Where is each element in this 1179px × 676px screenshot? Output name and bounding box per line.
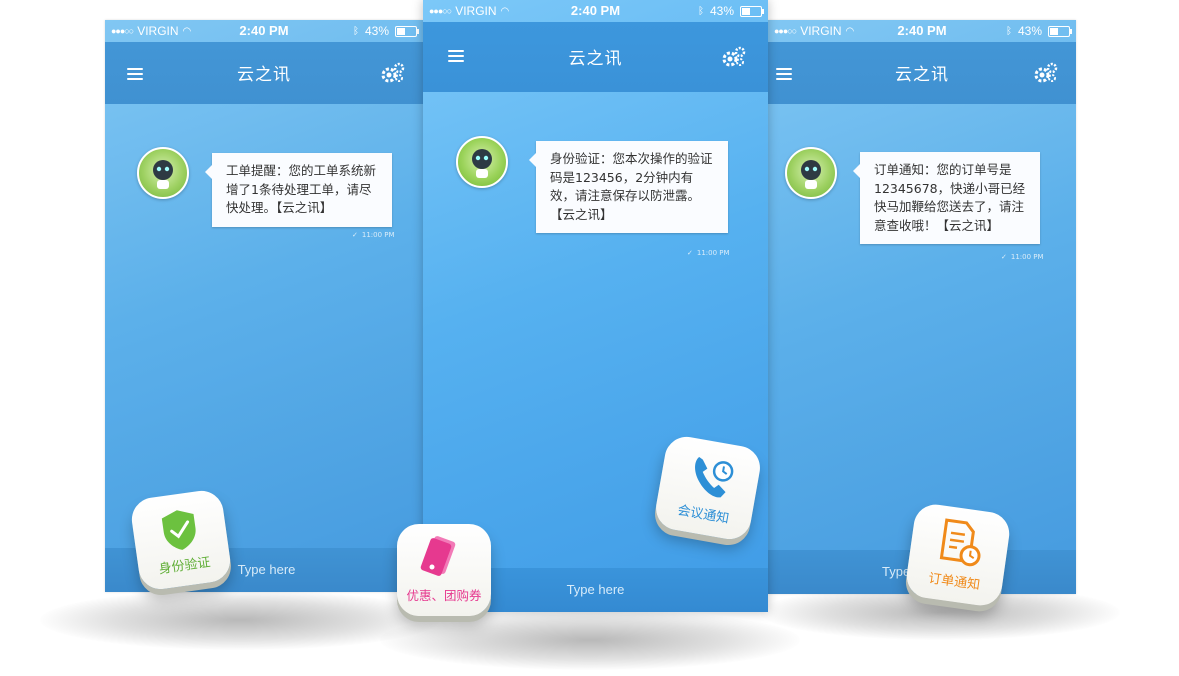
document-clock-icon — [939, 518, 981, 567]
message-bubble: 身份验证：您本次操作的验证码是123456，2分钟内有效，请注意保存以防泄露。【… — [529, 141, 728, 233]
status-bar: ●●●○○ VIRGIN ◠ 2:40 PM ᛒ 43% — [423, 0, 768, 22]
shield-check-icon — [161, 510, 196, 550]
nav-bar: 云之讯 — [768, 42, 1076, 104]
battery-icon — [740, 5, 764, 17]
message-timestamp: ✓ 11:00 PM — [1001, 253, 1044, 261]
message-timestamp: ✓ 11:00 PM — [687, 249, 730, 257]
robot-avatar — [456, 136, 508, 188]
message-bubble: 订单通知：您的订单号是12345678，快递小哥已经快马加鞭给您送去了，请注意查… — [853, 152, 1040, 244]
battery-icon — [395, 25, 419, 37]
battery-percent: 43% — [709, 4, 734, 18]
bluetooth-icon: ᛒ — [352, 25, 359, 37]
identity-verification-badge[interactable]: 身份验证 — [129, 488, 233, 592]
coupon-badge[interactable]: 优惠、团购券 — [397, 524, 491, 616]
nav-bar: 云之讯 — [105, 42, 423, 104]
message-bubble: 工单提醒：您的工单系统新增了1条待处理工单，请尽快处理。【云之讯】 — [205, 153, 392, 227]
settings-gear-icon[interactable] — [379, 62, 405, 84]
badge-label: 身份验证 — [157, 555, 212, 578]
order-notice-badge[interactable]: 订单通知 — [903, 501, 1013, 609]
meeting-notice-badge[interactable]: 会议通知 — [652, 433, 764, 543]
read-check-icon: ✓ — [352, 231, 358, 239]
app-title: 云之讯 — [895, 65, 949, 85]
message-timestamp: ✓ 11:00 PM — [352, 231, 395, 239]
phone-clock-icon — [695, 457, 734, 498]
battery-percent: 43% — [364, 24, 389, 38]
status-bar: ●●●○○ VIRGIN ◠ 2:40 PM ᛒ 43% — [105, 20, 423, 42]
app-title: 云之讯 — [237, 65, 291, 85]
settings-gear-icon[interactable] — [720, 46, 746, 68]
robot-avatar — [137, 147, 189, 199]
bluetooth-icon: ᛒ — [697, 5, 704, 17]
bluetooth-icon: ᛒ — [1005, 25, 1012, 37]
badge-label: 优惠、团购券 — [406, 588, 482, 603]
ticket-icon — [420, 536, 456, 576]
settings-gear-icon[interactable] — [1032, 62, 1058, 84]
badge-label: 订单通知 — [927, 571, 981, 594]
battery-icon — [1048, 25, 1072, 37]
read-check-icon: ✓ — [687, 249, 693, 257]
battery-percent: 43% — [1017, 24, 1042, 38]
read-check-icon: ✓ — [1001, 253, 1007, 261]
app-title: 云之讯 — [568, 49, 623, 69]
nav-bar: 云之讯 — [423, 22, 768, 92]
status-bar: ●●●○○ VIRGIN ◠ 2:40 PM ᛒ 43% — [768, 20, 1076, 42]
robot-avatar — [785, 147, 837, 199]
